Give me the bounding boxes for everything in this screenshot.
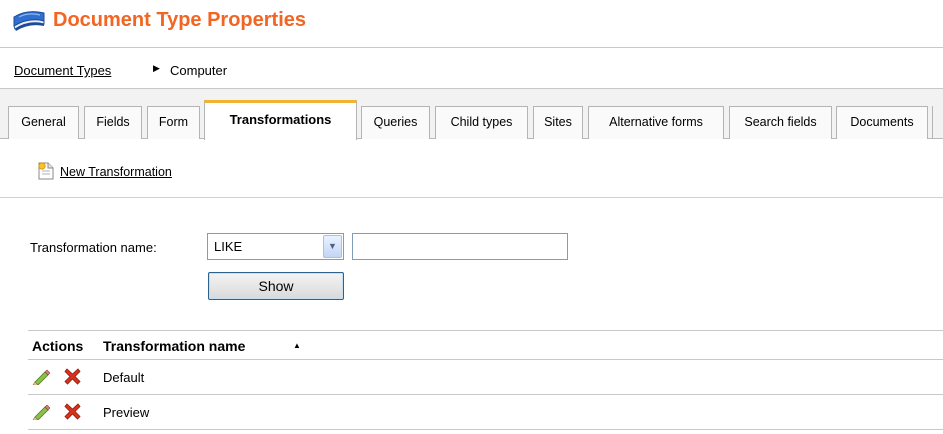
tab-general[interactable]: General xyxy=(8,106,79,139)
tab-alternative-forms[interactable]: Alternative forms xyxy=(588,106,724,139)
triangle-right-icon: ▶ xyxy=(153,63,160,73)
operator-select-value: LIKE xyxy=(214,239,243,254)
breadcrumb-current: Computer xyxy=(170,63,228,78)
grid-header: Actions Transformation name ▲ xyxy=(28,330,943,360)
transformations-grid: Actions Transformation name ▲ Default Pr… xyxy=(28,330,943,430)
tab-fields[interactable]: Fields xyxy=(84,106,142,139)
show-button[interactable]: Show xyxy=(208,272,344,300)
tab-sites[interactable]: Sites xyxy=(533,106,583,139)
row-transformation-name: Preview xyxy=(103,405,150,420)
sort-ascending-icon[interactable]: ▲ xyxy=(293,341,301,350)
page-header: Document Type Properties xyxy=(0,0,943,48)
tab-bar-edge xyxy=(932,106,943,139)
transformation-name-input[interactable] xyxy=(352,233,568,260)
tab-form[interactable]: Form xyxy=(147,106,200,139)
tab-bar: General Fields Form Transformations Quer… xyxy=(0,89,943,140)
delete-icon[interactable] xyxy=(64,403,81,420)
breadcrumb: Document Types ▶ Computer xyxy=(0,49,943,89)
column-header-transformation-name[interactable]: Transformation name xyxy=(103,338,245,354)
book-icon xyxy=(13,11,45,31)
delete-icon[interactable] xyxy=(64,368,81,385)
page-title: Document Type Properties xyxy=(53,9,307,31)
edit-pencil-icon[interactable] xyxy=(32,369,50,385)
tab-search-fields[interactable]: Search fields xyxy=(729,106,832,139)
tab-queries[interactable]: Queries xyxy=(361,106,430,139)
tab-transformations[interactable]: Transformations xyxy=(204,100,357,140)
row-transformation-name: Default xyxy=(103,370,145,385)
tab-documents[interactable]: Documents xyxy=(836,106,928,139)
breadcrumb-link-document-types[interactable]: Document Types xyxy=(14,63,111,78)
operator-select[interactable]: LIKE ▼ xyxy=(207,233,344,260)
action-bar: New Transformation xyxy=(0,140,943,198)
table-row: Preview xyxy=(28,395,943,430)
transformation-name-label: Transformation name: xyxy=(30,240,157,255)
new-document-icon[interactable] xyxy=(38,162,54,180)
tab-child-types[interactable]: Child types xyxy=(435,106,528,139)
edit-pencil-icon[interactable] xyxy=(32,404,50,420)
table-row: Default xyxy=(28,360,943,395)
new-transformation-link[interactable]: New Transformation xyxy=(60,165,172,179)
chevron-down-icon[interactable]: ▼ xyxy=(323,235,342,258)
column-header-actions: Actions xyxy=(32,338,84,354)
